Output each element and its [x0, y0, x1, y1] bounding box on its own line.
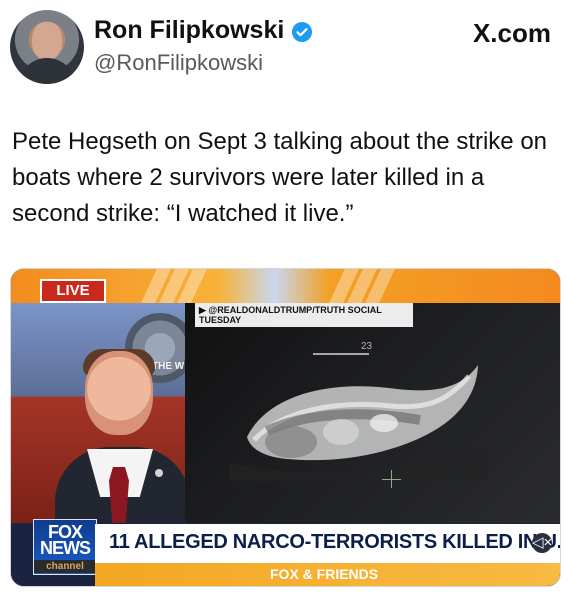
verified-badge-icon	[292, 22, 312, 42]
crosshair-horizontal	[382, 479, 401, 480]
hud-number: 23	[361, 341, 373, 352]
source-label: ▶ @REALDONALDTRUMP/TRUTH SOCIAL TUESDAY	[195, 303, 413, 327]
show-band: FOX & FRIENDS	[95, 563, 560, 586]
site-label: X.com	[472, 18, 551, 48]
mute-icon[interactable]: ◁×	[532, 533, 552, 553]
video-thumbnail[interactable]: LIVE THE W ▶ @REALDONALDTRUMP/TRUTH SOCI…	[10, 268, 561, 587]
fox-logo-line2: NEWS	[40, 538, 91, 558]
boat-thermal-image	[229, 365, 487, 481]
tweet-text: Pete Hegseth on Sept 3 talking about the…	[12, 128, 548, 227]
profile-name[interactable]: Ron Filipkowski	[94, 16, 284, 45]
fox-logo-channel: channel	[34, 560, 96, 573]
avatar-face	[32, 22, 62, 60]
live-badge: LIVE	[40, 279, 106, 303]
headline-banner: 11 ALLEGED NARCO-TERRORISTS KILLED IN U.…	[95, 524, 560, 563]
profile-handle[interactable]: @RonFilipkowski	[94, 50, 263, 76]
source-label-line2: TUESDAY	[199, 315, 242, 325]
show-name: FOX & FRIENDS	[270, 566, 379, 582]
speaker-head	[85, 351, 153, 435]
headline-text: 11 ALLEGED NARCO-TERRORISTS KILLED IN U.…	[109, 531, 560, 553]
studio-panel: THE W	[11, 303, 195, 562]
lapel-pin	[155, 469, 163, 477]
strike-video-panel: ▶ @REALDONALDTRUMP/TRUTH SOCIAL TUESDAY …	[185, 303, 560, 523]
hud-line	[313, 353, 369, 355]
avatar	[10, 10, 84, 84]
source-label-line1: ▶ @REALDONALDTRUMP/TRUTH SOCIAL	[199, 305, 382, 315]
fox-news-logo: FOX NEWS channel	[33, 519, 97, 575]
avatar-shirt	[18, 58, 76, 84]
